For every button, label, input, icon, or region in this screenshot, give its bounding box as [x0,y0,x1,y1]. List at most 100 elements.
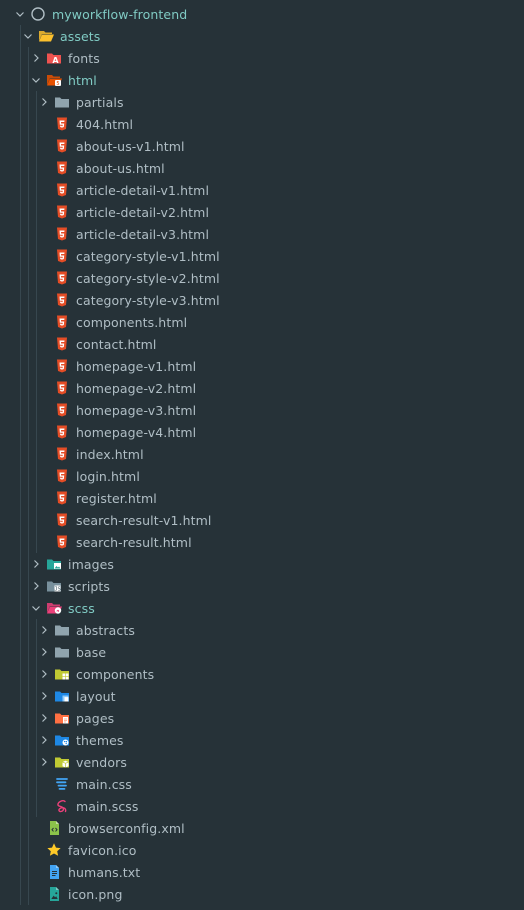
tree-file-row[interactable]: homepage-v4.html [0,421,524,443]
tree-file-row[interactable]: login.html [0,465,524,487]
html5-icon [54,468,70,484]
html5-icon [54,490,70,506]
tree-item-label: homepage-v1.html [76,358,197,374]
html5-icon [54,380,70,396]
tree-folder-row[interactable]: base [0,641,524,663]
tree-item-label: search-result.html [76,534,192,550]
css3-icon [54,776,70,792]
tree-file-row[interactable]: contact.html [0,333,524,355]
tree-item-label: abstracts [76,622,135,638]
indent-guide [28,47,29,905]
tree-file-row[interactable]: about-us-v1.html [0,135,524,157]
chevron-right-icon[interactable] [38,729,50,751]
chevron-right-icon[interactable] [30,553,42,575]
chevron-right-icon[interactable] [38,685,50,707]
tree-item-label: html [68,72,97,88]
tree-file-row[interactable]: category-style-v1.html [0,245,524,267]
chevron-right-icon[interactable] [38,751,50,773]
tree-file-row[interactable]: components.html [0,311,524,333]
tree-item-label: homepage-v2.html [76,380,197,396]
tree-folder-row[interactable]: vendors [0,751,524,773]
tree-item-label: category-style-v1.html [76,248,220,264]
tree-file-row[interactable]: icon.png [0,883,524,905]
tree-folder-row[interactable]: images [0,553,524,575]
tree-item-label: partials [76,94,124,110]
chevron-right-icon[interactable] [38,663,50,685]
tree-item-label: category-style-v2.html [76,270,220,286]
chevron-right-icon[interactable] [30,47,42,69]
chevron-down-icon[interactable] [30,69,42,91]
chevron-down-icon[interactable] [22,25,34,47]
html5-icon [54,182,70,198]
html5-icon [54,534,70,550]
tree-folder-row[interactable]: JS scripts [0,575,524,597]
tree-item-label: browserconfig.xml [68,820,185,836]
folder-sass-open-icon [46,600,62,616]
tree-file-row[interactable]: homepage-v3.html [0,399,524,421]
tree-file-row[interactable]: browserconfig.xml [0,817,524,839]
tree-folder-row[interactable]: pages [0,707,524,729]
folder-vendors-icon [54,754,70,770]
indent-guide [36,91,37,553]
tree-file-row[interactable]: index.html [0,443,524,465]
html5-icon [54,248,70,264]
tree-folder-row[interactable]: scss [0,597,524,619]
tree-file-row[interactable]: main.css [0,773,524,795]
tree-file-row[interactable]: category-style-v2.html [0,267,524,289]
tree-file-row[interactable]: homepage-v2.html [0,377,524,399]
tree-file-row[interactable]: homepage-v1.html [0,355,524,377]
tree-folder-row[interactable]: themes [0,729,524,751]
folder-fonts-icon: A [46,50,62,66]
chevron-right-icon[interactable] [38,619,50,641]
tree-file-row[interactable]: article-detail-v2.html [0,201,524,223]
chevron-right-icon[interactable] [38,641,50,663]
xml-icon [46,820,62,836]
tree-folder-row[interactable]: components [0,663,524,685]
chevron-down-icon[interactable] [30,597,42,619]
tree-file-row[interactable]: register.html [0,487,524,509]
chevron-down-icon[interactable] [14,3,26,25]
text-file-icon [46,864,62,880]
tree-file-row[interactable]: humans.txt [0,861,524,883]
tree-folder-row[interactable]: assets [0,25,524,47]
html5-icon [54,116,70,132]
tree-file-row[interactable]: search-result.html [0,531,524,553]
chevron-right-icon[interactable] [38,707,50,729]
html5-icon [54,446,70,462]
tree-file-row[interactable]: category-style-v3.html [0,289,524,311]
tree-folder-row[interactable]: 5 html [0,69,524,91]
chevron-right-icon[interactable] [30,575,42,597]
tree-item-label: images [68,556,115,572]
tree-item-label: homepage-v3.html [76,402,197,418]
tree-file-row[interactable]: 404.html [0,113,524,135]
tree-item-label: myworkflow-frontend [52,6,188,22]
tree-file-row[interactable]: article-detail-v3.html [0,223,524,245]
tree-item-label: fonts [68,50,100,66]
tree-item-label: index.html [76,446,144,462]
tree-folder-row[interactable]: layout [0,685,524,707]
tree-file-row[interactable]: about-us.html [0,157,524,179]
tree-file-row[interactable]: article-detail-v1.html [0,179,524,201]
tree-file-row[interactable]: favicon.ico [0,839,524,861]
svg-text:JS: JS [54,587,61,593]
tree-file-row[interactable]: main.scss [0,795,524,817]
tree-folder-row[interactable]: partials [0,91,524,113]
tree-folder-row[interactable]: abstracts [0,619,524,641]
tree-folder-row[interactable]: myworkflow-frontend [0,3,524,25]
tree-file-row[interactable]: search-result-v1.html [0,509,524,531]
folder-gray-icon [54,644,70,660]
chevron-right-icon[interactable] [38,91,50,113]
folder-layout-icon [54,688,70,704]
tree-item-label: humans.txt [68,864,141,880]
folder-gray-icon [54,94,70,110]
tree-item-label: base [76,644,107,660]
tree-folder-row[interactable]: Afonts [0,47,524,69]
